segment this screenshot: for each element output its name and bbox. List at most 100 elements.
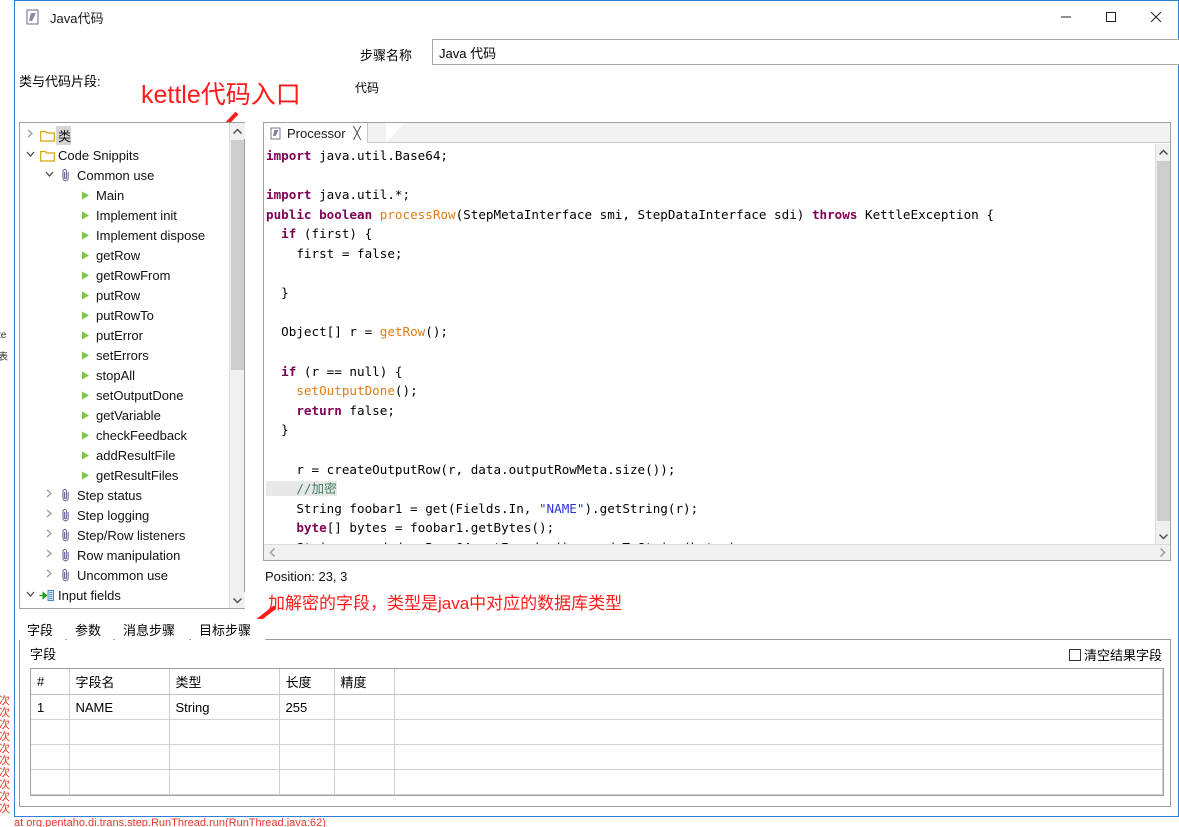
chevron-right-icon[interactable] xyxy=(41,489,57,501)
fields-cell-empty[interactable] xyxy=(394,745,1163,770)
fields-column-header[interactable] xyxy=(394,669,1163,695)
chevron-right-icon[interactable] xyxy=(41,529,57,541)
tab-close-icon[interactable]: ╳ xyxy=(354,126,361,140)
fields-cell-empty[interactable] xyxy=(31,770,69,795)
chevron-right-icon[interactable] xyxy=(22,129,38,141)
tree-scroll-thumb[interactable] xyxy=(231,140,244,370)
fields-tab-1[interactable]: 参数 xyxy=(67,619,113,640)
fields-tabstrip[interactable]: 字段参数消息步骤目标步骤 xyxy=(19,619,1171,640)
fields-table[interactable]: #字段名类型长度精度 1NAMEString255 xyxy=(31,669,1163,795)
tree-item-stopall[interactable]: stopAll xyxy=(20,365,229,385)
code-text[interactable]: import java.util.Base64; import java.uti… xyxy=(264,144,1155,544)
clear-result-fields-checkbox[interactable]: 清空结果字段 xyxy=(1069,645,1162,664)
fields-cell-empty[interactable] xyxy=(279,745,334,770)
tree-item-setoutputdone[interactable]: setOutputDone xyxy=(20,385,229,405)
tree-item-getvariable[interactable]: getVariable xyxy=(20,405,229,425)
tab-processor[interactable]: Processor ╳ xyxy=(264,123,368,143)
fields-cell-name[interactable]: NAME xyxy=(69,695,169,720)
fields-cell-num[interactable]: 1 xyxy=(31,695,69,720)
tree-item-main[interactable]: Main xyxy=(20,185,229,205)
fields-column-header[interactable]: 类型 xyxy=(169,669,279,695)
tree-item-getresultfiles[interactable]: getResultFiles xyxy=(20,465,229,485)
fields-cell-empty[interactable] xyxy=(394,770,1163,795)
step-name-input[interactable] xyxy=(432,39,1179,65)
fields-column-header[interactable]: 字段名 xyxy=(69,669,169,695)
fields-cell-empty[interactable] xyxy=(394,720,1163,745)
fields-cell-empty[interactable] xyxy=(334,770,394,795)
chevron-right-icon[interactable] xyxy=(41,549,57,561)
close-icon[interactable] xyxy=(1133,2,1178,33)
chevron-down-icon[interactable] xyxy=(22,149,38,161)
fields-cell-empty[interactable] xyxy=(169,770,279,795)
table-row[interactable]: 1NAMEString255 xyxy=(31,695,1163,720)
maximize-icon[interactable] xyxy=(1088,2,1133,33)
fields-cell-type[interactable]: String xyxy=(169,695,279,720)
chevron-down-icon[interactable] xyxy=(41,169,57,181)
fields-column-header[interactable]: 精度 xyxy=(334,669,394,695)
minimize-icon[interactable] xyxy=(1043,2,1088,33)
tree-item-implement-dispose[interactable]: Implement dispose xyxy=(20,225,229,245)
tree-vertical-scrollbar[interactable] xyxy=(229,123,244,608)
fields-cell-empty[interactable] xyxy=(169,745,279,770)
fields-table-body[interactable]: 1NAMEString255 xyxy=(31,695,1163,795)
tree-item-step-status[interactable]: Step status xyxy=(20,485,229,505)
fields-cell-empty[interactable] xyxy=(69,745,169,770)
scroll-down-icon[interactable] xyxy=(230,592,245,608)
tree-item-common-use[interactable]: Common use xyxy=(20,165,229,185)
code-scroll-down-icon[interactable] xyxy=(1156,528,1170,544)
tree-item-puterror[interactable]: putError xyxy=(20,325,229,345)
fields-cell-empty[interactable] xyxy=(69,720,169,745)
code-vertical-scrollbar[interactable] xyxy=(1155,144,1170,544)
code-scroll-left-icon[interactable] xyxy=(264,545,280,560)
tree-item-step-row-listeners[interactable]: Step/Row listeners xyxy=(20,525,229,545)
fields-cell-empty[interactable] xyxy=(279,720,334,745)
fields-cell-precision[interactable] xyxy=(334,695,394,720)
fields-grid-inner[interactable]: #字段名类型长度精度 1NAMEString255 xyxy=(31,669,1163,795)
tree-item-putrowto[interactable]: putRowTo xyxy=(20,305,229,325)
fields-tab-label: 字段 xyxy=(27,620,53,639)
code-scroll-thumb[interactable] xyxy=(1157,161,1170,521)
fields-cell-empty[interactable] xyxy=(334,745,394,770)
fields-cell-empty[interactable] xyxy=(69,770,169,795)
tree-item-code-snippits[interactable]: Code Snippits xyxy=(20,145,229,165)
tree-item-seterrors[interactable]: setErrors xyxy=(20,345,229,365)
fields-cell-empty[interactable] xyxy=(279,770,334,795)
step-name-label: 步骤名称 xyxy=(360,45,412,64)
chevron-down-icon[interactable] xyxy=(22,589,38,601)
tree-item-[interactable]: 类 xyxy=(20,125,229,145)
tree-item-row-manipulation[interactable]: Row manipulation xyxy=(20,545,229,565)
tree-item-putrow[interactable]: putRow xyxy=(20,285,229,305)
fields-cell-empty[interactable] xyxy=(334,720,394,745)
chevron-right-icon[interactable] xyxy=(41,569,57,581)
snippets-tree-list[interactable]: 类Code SnippitsCommon useMainImplement in… xyxy=(20,123,229,608)
code-scroll-right-icon[interactable] xyxy=(1154,545,1170,560)
fields-cell-empty[interactable] xyxy=(31,720,69,745)
tree-item-getrow[interactable]: getRow xyxy=(20,245,229,265)
checkbox-box-icon[interactable] xyxy=(1069,649,1081,661)
fields-cell-empty[interactable] xyxy=(169,720,279,745)
table-row-empty[interactable] xyxy=(31,770,1163,795)
fields-tab-2[interactable]: 消息步骤 xyxy=(115,619,189,640)
tree-item-getrowfrom[interactable]: getRowFrom xyxy=(20,265,229,285)
fields-column-header[interactable]: 长度 xyxy=(279,669,334,695)
tree-item-uncommon-use[interactable]: Uncommon use xyxy=(20,565,229,585)
fields-tab-0[interactable]: 字段 xyxy=(19,619,65,640)
fields-tab-3[interactable]: 目标步骤 xyxy=(191,619,265,640)
chevron-right-icon[interactable] xyxy=(41,509,57,521)
scroll-up-icon[interactable] xyxy=(230,123,245,139)
tree-item-checkfeedback[interactable]: checkFeedback xyxy=(20,425,229,445)
tree-item-input-fields[interactable]: Input fields xyxy=(20,585,229,605)
code-horizontal-scrollbar[interactable] xyxy=(264,544,1170,560)
code-line: String foobar1 = get(Fields.In, "NAME").… xyxy=(266,499,1155,519)
tree-item-addresultfile[interactable]: addResultFile xyxy=(20,445,229,465)
tree-item-step-logging[interactable]: Step logging xyxy=(20,505,229,525)
fields-cell-empty[interactable] xyxy=(31,745,69,770)
code-scroll-up-icon[interactable] xyxy=(1156,144,1170,160)
tree-item-implement-init[interactable]: Implement init xyxy=(20,205,229,225)
fields-column-header[interactable]: # xyxy=(31,669,69,695)
fields-cell-extra[interactable] xyxy=(394,695,1163,720)
fields-cell-length[interactable]: 255 xyxy=(279,695,334,720)
background-text-1: te xyxy=(0,330,6,341)
table-row-empty[interactable] xyxy=(31,720,1163,745)
table-row-empty[interactable] xyxy=(31,745,1163,770)
